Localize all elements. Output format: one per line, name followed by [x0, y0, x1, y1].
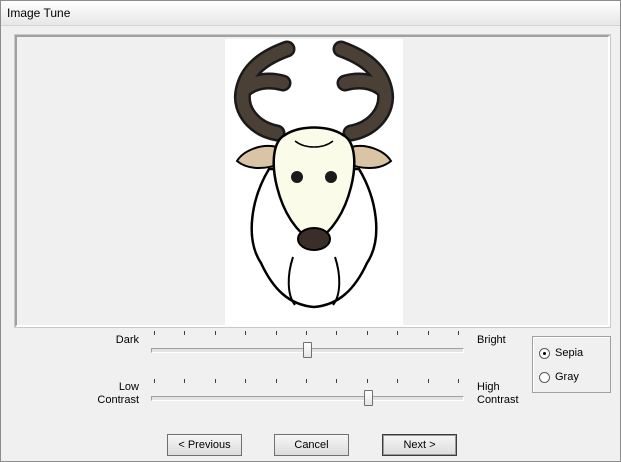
slider-tick: [458, 331, 459, 335]
slider-tick: [245, 379, 246, 383]
contrast-low-label-line2: Contrast: [97, 394, 139, 406]
slider-tick: [215, 379, 216, 383]
brightness-dark-label: Dark: [115, 334, 139, 346]
contrast-high-label-line2: Contrast: [477, 394, 519, 406]
reindeer-illustration: [233, 40, 395, 309]
slider-tick: [367, 379, 368, 383]
contrast-high-label-line1: High: [477, 381, 500, 393]
brightness-bright-label: Bright: [477, 334, 506, 346]
slider-tick: [397, 379, 398, 383]
slider-tick: [276, 331, 277, 335]
slider-tick: [245, 331, 246, 335]
slider-tick: [458, 379, 459, 383]
slider-tick: [215, 331, 216, 335]
slider-tick: [184, 331, 185, 335]
slider-tick: [276, 379, 277, 383]
slider-tick: [306, 379, 307, 383]
image-preview-panel: [15, 35, 610, 327]
slider-tick: [367, 331, 368, 335]
reindeer-preview-image: [225, 39, 403, 325]
next-button[interactable]: Next >: [382, 434, 457, 456]
slider-tick: [154, 379, 155, 383]
radio-selected-dot: [543, 352, 546, 355]
cancel-button[interactable]: Cancel: [274, 434, 349, 456]
sepia-radio-circle[interactable]: [539, 348, 550, 359]
slider-tick: [397, 331, 398, 335]
slider-tick: [336, 331, 337, 335]
slider-tick: [184, 379, 185, 383]
color-mode-group: Sepia Gray: [532, 336, 611, 393]
contrast-low-label-line1: Low: [118, 381, 139, 393]
slider-tick: [336, 379, 337, 383]
slider-thumb[interactable]: [303, 342, 312, 358]
slider-tick: [428, 379, 429, 383]
title-bar: Image Tune: [1, 1, 620, 26]
previous-button[interactable]: < Previous: [167, 434, 242, 456]
gray-radio-label[interactable]: Gray: [555, 371, 579, 383]
gray-radio-circle[interactable]: [539, 372, 550, 383]
slider-tick: [306, 331, 307, 335]
contrast-track[interactable]: [151, 396, 464, 401]
slider-tick: [428, 331, 429, 335]
window-title: Image Tune: [7, 6, 71, 20]
slider-tick: [154, 331, 155, 335]
slider-thumb[interactable]: [364, 390, 373, 406]
image-tune-dialog: Image Tune Dark Bright Low Contrast High…: [0, 0, 621, 462]
sepia-radio-label[interactable]: Sepia: [555, 347, 583, 359]
